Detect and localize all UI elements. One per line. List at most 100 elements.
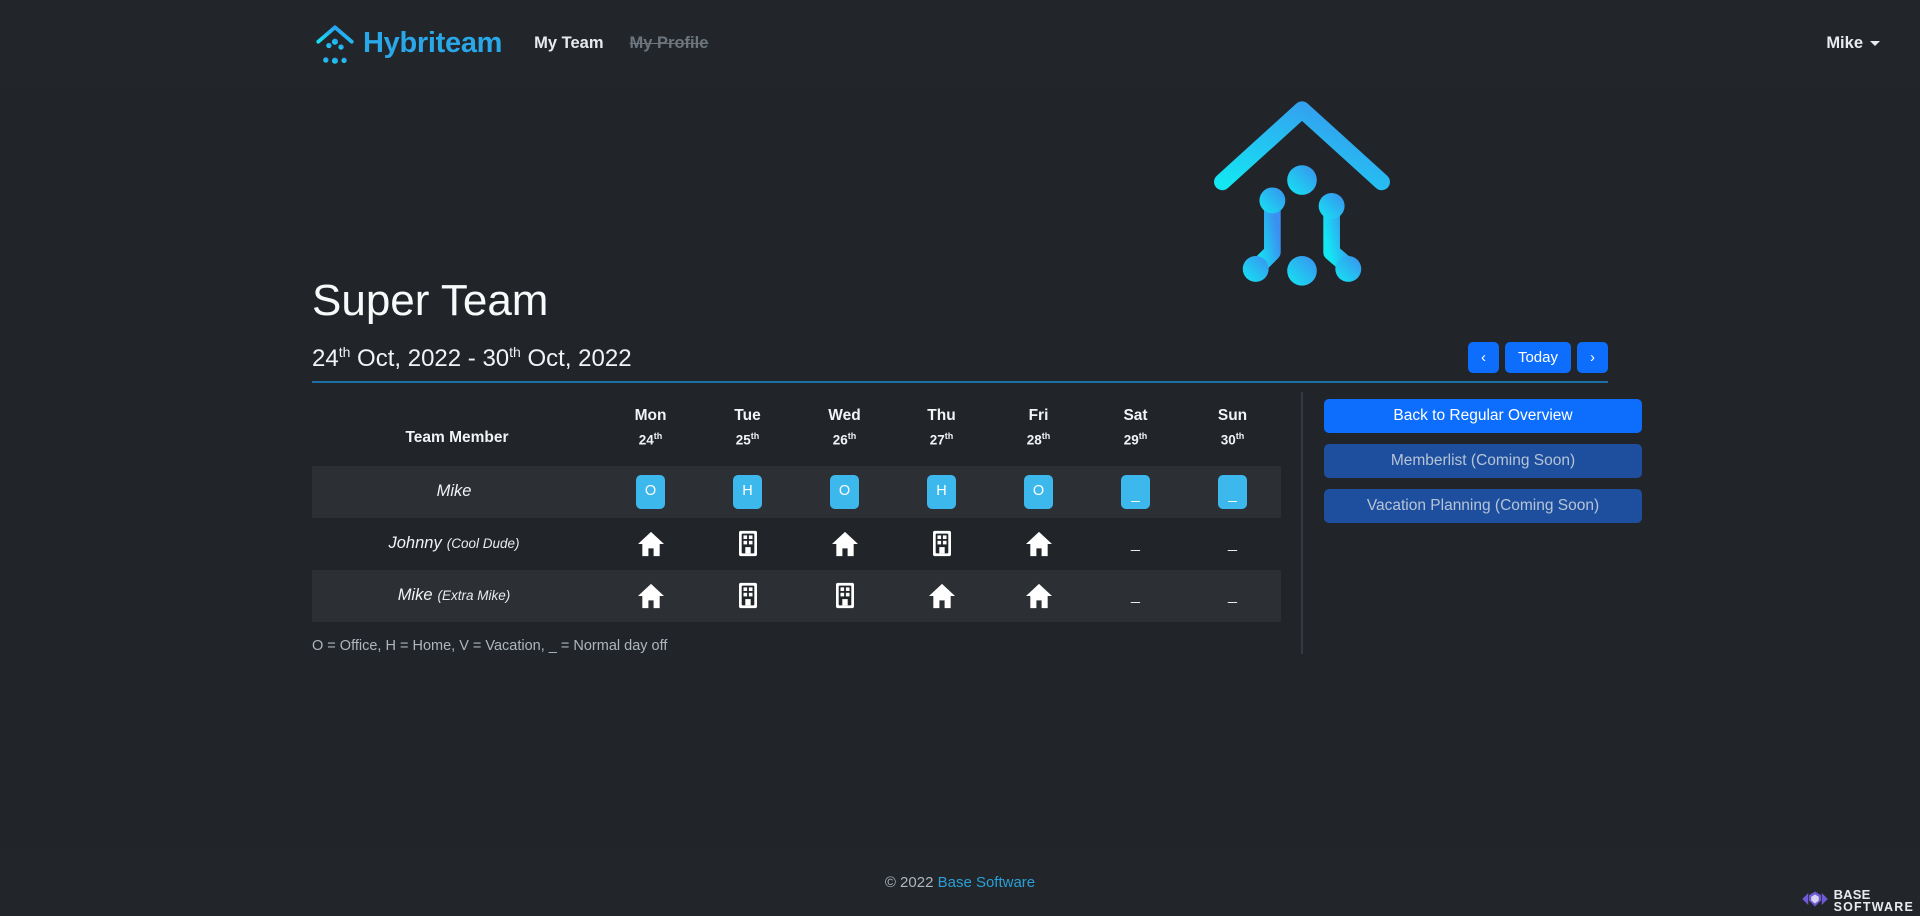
home-icon xyxy=(928,583,956,608)
base-software-wordmark: BASE SOFTWARE xyxy=(1833,888,1914,914)
page-title: Super Team xyxy=(312,275,549,325)
schedule-cell[interactable] xyxy=(699,518,796,570)
nav-link-my-profile[interactable]: My Profile xyxy=(630,34,709,53)
next-week-button[interactable]: › xyxy=(1577,342,1608,373)
schedule-cell[interactable]: O xyxy=(990,466,1087,518)
schedule-cell[interactable]: _ xyxy=(1087,518,1184,570)
house-circuit-logo-icon xyxy=(316,23,354,65)
day-off-dash: _ xyxy=(1131,586,1140,604)
nav-link-my-team[interactable]: My Team xyxy=(534,34,603,53)
footer-copyright-text: © 2022 xyxy=(884,873,938,891)
schedule-cell[interactable]: H xyxy=(893,466,990,518)
member-name: Mike xyxy=(436,482,472,501)
date-navigation: ‹ Today › xyxy=(1467,342,1608,373)
date-range-separator: - xyxy=(461,345,483,372)
base-software-line2: SOFTWARE xyxy=(1833,899,1914,914)
status-badge: _ xyxy=(1121,474,1150,509)
office-building-icon xyxy=(738,531,758,557)
date-range-label: 24th Oct, 2022 - 30th Oct, 2022 xyxy=(312,344,632,373)
day-off-dash: _ xyxy=(1228,534,1237,552)
day-number-value: 29 xyxy=(1123,432,1139,448)
table-row: Mike (Extra Mike) _ _ xyxy=(312,569,1281,622)
sidebar-actions: Back to Regular Overview Memberlist (Com… xyxy=(1301,392,1642,654)
day-name: Sun xyxy=(1217,407,1248,424)
schedule-cell[interactable] xyxy=(990,518,1087,570)
schedule-cell[interactable]: _ xyxy=(1184,570,1281,622)
schedule-cell[interactable] xyxy=(602,570,699,622)
schedule-cell[interactable]: _ xyxy=(1184,466,1281,518)
schedule-cell[interactable] xyxy=(893,570,990,622)
day-number-value: 24 xyxy=(638,432,654,448)
day-number-value: 26 xyxy=(832,432,848,448)
schedule-cell[interactable]: _ xyxy=(1087,570,1184,622)
day-off-dash: _ xyxy=(1131,534,1140,552)
header-day-thu: Thu 27th xyxy=(893,392,990,466)
table-row: Mike O H O H O _ _ xyxy=(312,465,1281,518)
house-circuit-logo-large-icon xyxy=(1202,93,1402,293)
brand-logo-link[interactable]: Hybriteam xyxy=(316,23,502,65)
hero-text-block: Super Team 24th Oct, 2022 - 30th Oct, 20… xyxy=(312,275,1608,383)
status-badge: H xyxy=(927,474,956,509)
page-footer: © 2022 Base Software BASE SOFTWARE xyxy=(0,848,1920,916)
day-number-suffix: th xyxy=(944,430,954,441)
day-off-dash: _ xyxy=(1228,586,1237,604)
office-building-icon xyxy=(835,583,855,609)
day-number-value: 30 xyxy=(1220,432,1236,448)
table-header-row: Team Member Mon 24th Tue 25th Wed 26th T… xyxy=(312,392,1281,466)
day-number: 25th xyxy=(699,430,796,450)
day-number-suffix: th xyxy=(1138,430,1148,441)
schedule-cell[interactable]: O xyxy=(796,466,893,518)
header-team-member: Team Member xyxy=(312,392,602,466)
schedule-table-body: Mike O H O H O _ _ Johnny (Cool Dude) _ _ Mike (Extra… xyxy=(312,465,1281,622)
header-divider xyxy=(312,381,1608,383)
day-number-value: 28 xyxy=(1026,432,1042,448)
day-number-value: 25 xyxy=(735,432,751,448)
day-number: 24th xyxy=(602,430,699,450)
schedule-table: Team Member Mon 24th Tue 25th Wed 26th T… xyxy=(312,392,1281,622)
previous-week-button[interactable]: ‹ xyxy=(1467,342,1499,373)
footer-link-base-software[interactable]: Base Software xyxy=(938,874,1036,891)
day-number-suffix: th xyxy=(653,430,663,441)
schedule-table-head: Team Member Mon 24th Tue 25th Wed 26th T… xyxy=(312,392,1281,466)
header-day-wed: Wed 26th xyxy=(796,392,893,466)
page-container: Super Team 24th Oct, 2022 - 30th Oct, 20… xyxy=(0,87,1920,654)
caret-down-icon xyxy=(1870,41,1880,46)
schedule-cell[interactable]: _ xyxy=(1087,466,1184,518)
schedule-cell[interactable] xyxy=(893,518,990,570)
date-range-end-day: 30 xyxy=(482,345,510,372)
date-row: 24th Oct, 2022 - 30th Oct, 2022 ‹ Today … xyxy=(312,342,1608,381)
home-icon xyxy=(1025,531,1053,556)
schedule-cell[interactable] xyxy=(796,570,893,622)
main-content: Team Member Mon 24th Tue 25th Wed 26th T… xyxy=(312,383,1642,654)
brand-name: Hybriteam xyxy=(363,27,503,59)
day-number: 29th xyxy=(1087,430,1184,450)
schedule-cell[interactable]: H xyxy=(699,466,796,518)
date-range-end-suffix: th xyxy=(509,344,521,360)
day-name: Wed xyxy=(828,407,861,424)
table-row: Johnny (Cool Dude) _ _ xyxy=(312,517,1281,570)
home-icon xyxy=(637,531,665,556)
schedule-cell[interactable] xyxy=(699,570,796,622)
schedule-column: Team Member Mon 24th Tue 25th Wed 26th T… xyxy=(312,392,1281,654)
navbar-right: Mike xyxy=(1826,34,1880,53)
back-to-regular-overview-button[interactable]: Back to Regular Overview xyxy=(1324,399,1642,433)
header-day-fri: Fri 28th xyxy=(990,392,1087,466)
schedule-cell[interactable] xyxy=(990,570,1087,622)
schedule-cell[interactable] xyxy=(796,518,893,570)
schedule-cell[interactable]: O xyxy=(602,466,699,518)
today-button[interactable]: Today xyxy=(1504,342,1571,373)
schedule-cell[interactable] xyxy=(602,518,699,570)
header-day-sat: Sat 29th xyxy=(1087,392,1184,466)
hero-section: Super Team 24th Oct, 2022 - 30th Oct, 20… xyxy=(312,87,1608,383)
member-name: Johnny xyxy=(388,534,442,553)
schedule-cell[interactable]: _ xyxy=(1184,518,1281,570)
day-name: Mon xyxy=(634,407,667,424)
user-menu-dropdown[interactable]: Mike xyxy=(1826,34,1880,53)
header-day-mon: Mon 24th xyxy=(602,392,699,466)
day-number-suffix: th xyxy=(847,430,857,441)
day-name: Fri xyxy=(1028,407,1049,424)
member-name-cell: Johnny (Cool Dude) xyxy=(312,518,602,570)
top-navbar: Hybriteam My Team My Profile Mike xyxy=(0,0,1920,87)
navbar-links: My Team My Profile xyxy=(534,34,708,53)
day-number: 26th xyxy=(796,430,893,450)
